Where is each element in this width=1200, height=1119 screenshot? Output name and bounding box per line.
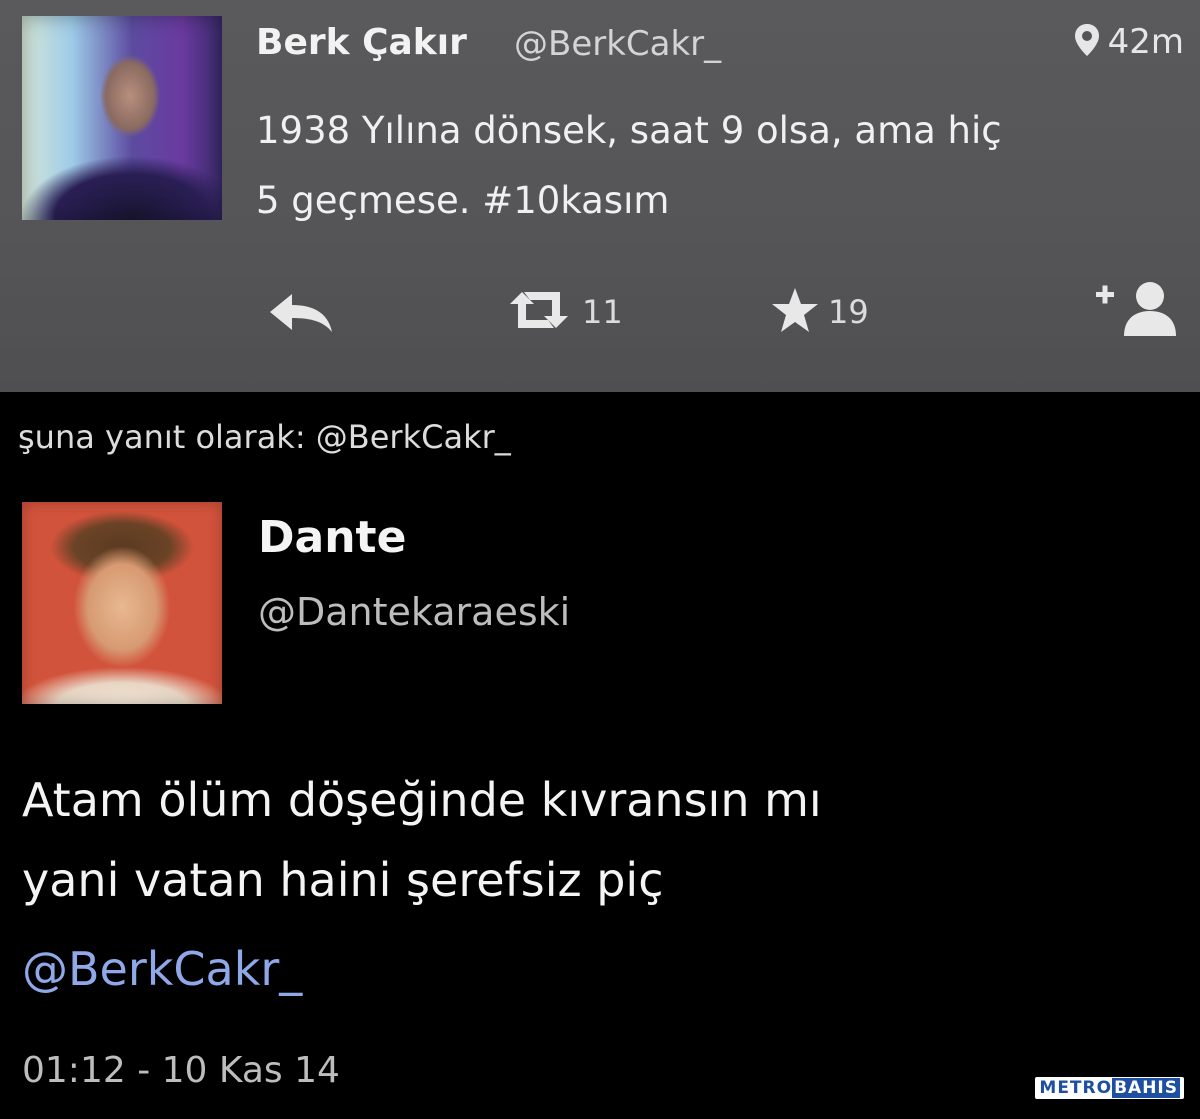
tweet-timestamp: 01:12 - 10 Kas 14 <box>22 1050 340 1091</box>
tweet-text-line: 1938 Yılına dönsek, saat 9 olsa, ama hiç <box>256 109 1002 152</box>
tweet-text-line: Atam ölüm döşeğinde kıvransın mı <box>22 773 822 827</box>
author-handle[interactable]: @BerkCakr_ <box>514 24 721 64</box>
watermark-logo: METRO BAHIS <box>1035 1077 1184 1099</box>
reply-icon <box>268 292 334 338</box>
reply-button[interactable] <box>268 292 334 338</box>
original-tweet-card: Berk Çakır @BerkCakr_ 42m 1938 Yılına dö… <box>0 0 1200 392</box>
reply-context[interactable]: şuna yanıt olarak: @BerkCakr_ <box>18 418 511 456</box>
tweet-location-time: 42m <box>1074 22 1184 62</box>
location-pin-icon <box>1074 23 1100 61</box>
tweet-text-line: 5 geçmese. #10kasım <box>256 179 670 222</box>
favorite-button[interactable]: 19 <box>770 286 869 338</box>
tweet-text: 1938 Yılına dönsek, saat 9 olsa, ama hiç… <box>256 96 1186 236</box>
favorite-count: 19 <box>828 293 869 331</box>
star-icon <box>770 286 820 338</box>
watermark-part: METRO <box>1039 1078 1113 1098</box>
follow-button[interactable] <box>1094 278 1186 342</box>
author-handle[interactable]: @Dantekaraeski <box>258 590 570 634</box>
screenshot-page: Berk Çakır @BerkCakr_ 42m 1938 Yılına dö… <box>0 0 1200 1119</box>
avatar[interactable] <box>22 502 222 704</box>
retweet-icon <box>504 288 574 336</box>
add-user-icon <box>1094 278 1186 342</box>
tweet-actions: 11 19 <box>0 280 1200 350</box>
time-ago: 42m <box>1107 22 1184 62</box>
retweet-count: 11 <box>582 293 623 331</box>
mention-link[interactable]: @BerkCakr_ <box>22 942 302 996</box>
tweet-text-line: yani vatan haini şerefsiz piç <box>22 853 664 907</box>
retweet-button[interactable]: 11 <box>504 288 623 336</box>
author-name[interactable]: Dante <box>258 512 406 563</box>
author-name[interactable]: Berk Çakır <box>256 22 467 63</box>
tweet-text: Atam ölüm döşeğinde kıvransın mı yani va… <box>22 760 1122 920</box>
watermark-part: BAHIS <box>1112 1078 1180 1098</box>
avatar[interactable] <box>22 16 222 220</box>
